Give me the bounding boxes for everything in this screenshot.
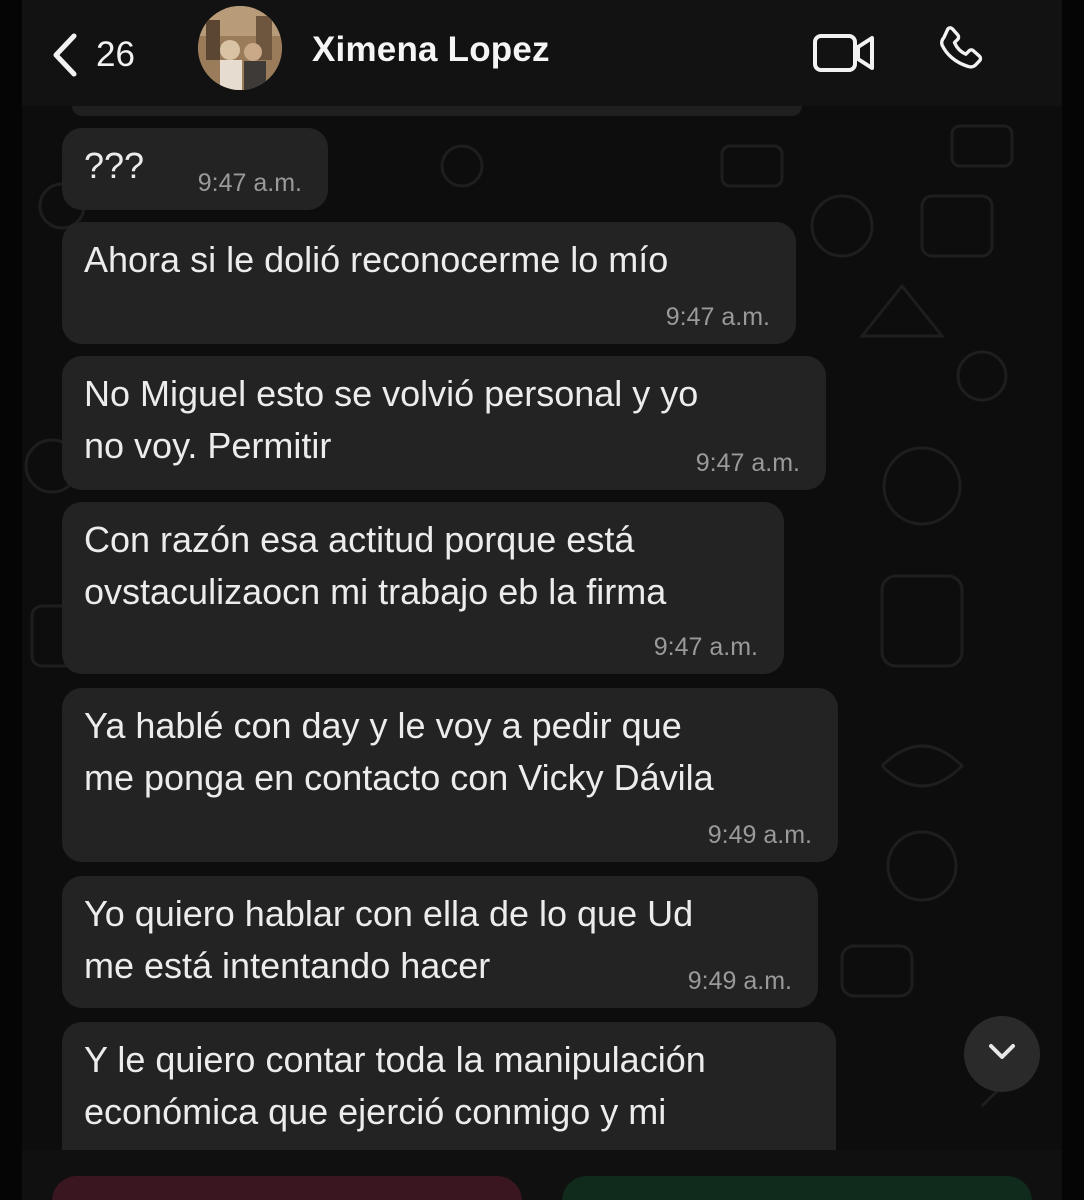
message-time: 9:47 a.m.: [197, 169, 302, 197]
message-list[interactable]: ??? 9:47 a.m. Ahora si le dolió reconoce…: [22, 106, 1062, 1200]
message-time: 9:47 a.m.: [695, 449, 800, 477]
message-bubble[interactable]: ??? 9:47 a.m.: [62, 128, 328, 210]
chevron-left-icon: [52, 33, 78, 77]
phone-icon: [932, 26, 990, 84]
message-time: 9:49 a.m.: [707, 821, 812, 849]
message-time: 9:47 a.m.: [653, 633, 758, 661]
message-time: 9:47 a.m.: [665, 303, 770, 331]
message-text: Con razón esa actitud porque está ovstac…: [84, 519, 667, 612]
unread-count: 26: [96, 35, 135, 74]
message-text: Y le quiero contar toda la manipulación …: [84, 1039, 706, 1132]
message-text: Ahora si le dolió reconocerme lo mío: [84, 239, 669, 280]
screen-bezel-left: [0, 0, 22, 1200]
screen-bezel-right: [1062, 0, 1084, 1200]
voice-call-button[interactable]: [932, 22, 990, 85]
chevron-down-icon: [987, 1042, 1017, 1067]
accept-button[interactable]: [562, 1176, 1032, 1200]
video-call-button[interactable]: [812, 32, 876, 79]
message-bubble[interactable]: Yo quiero hablar con ella de lo que Ud m…: [62, 876, 818, 1008]
block-button[interactable]: [52, 1176, 522, 1200]
message-bubble[interactable]: Ya hablé con day y le voy a pedir que me…: [62, 688, 838, 862]
scroll-to-bottom-button[interactable]: [964, 1016, 1040, 1092]
avatar[interactable]: [198, 6, 282, 90]
previous-message-edge: [72, 106, 802, 116]
message-text: Ya hablé con day y le voy a pedir que me…: [84, 705, 714, 798]
message-bubble[interactable]: No Miguel esto se volvió personal y yo n…: [62, 356, 826, 490]
message-bubble[interactable]: Ahora si le dolió reconocerme lo mío 9:4…: [62, 222, 796, 344]
contact-name[interactable]: Ximena Lopez: [312, 30, 550, 70]
message-bubble[interactable]: Con razón esa actitud porque está ovstac…: [62, 502, 784, 674]
video-camera-icon: [812, 34, 876, 78]
message-time: 9:49 a.m.: [687, 967, 792, 995]
chat-header: 26 Ximena Lopez: [22, 0, 1062, 106]
back-button[interactable]: 26: [52, 30, 135, 80]
bottom-action-bar: [22, 1150, 1062, 1200]
